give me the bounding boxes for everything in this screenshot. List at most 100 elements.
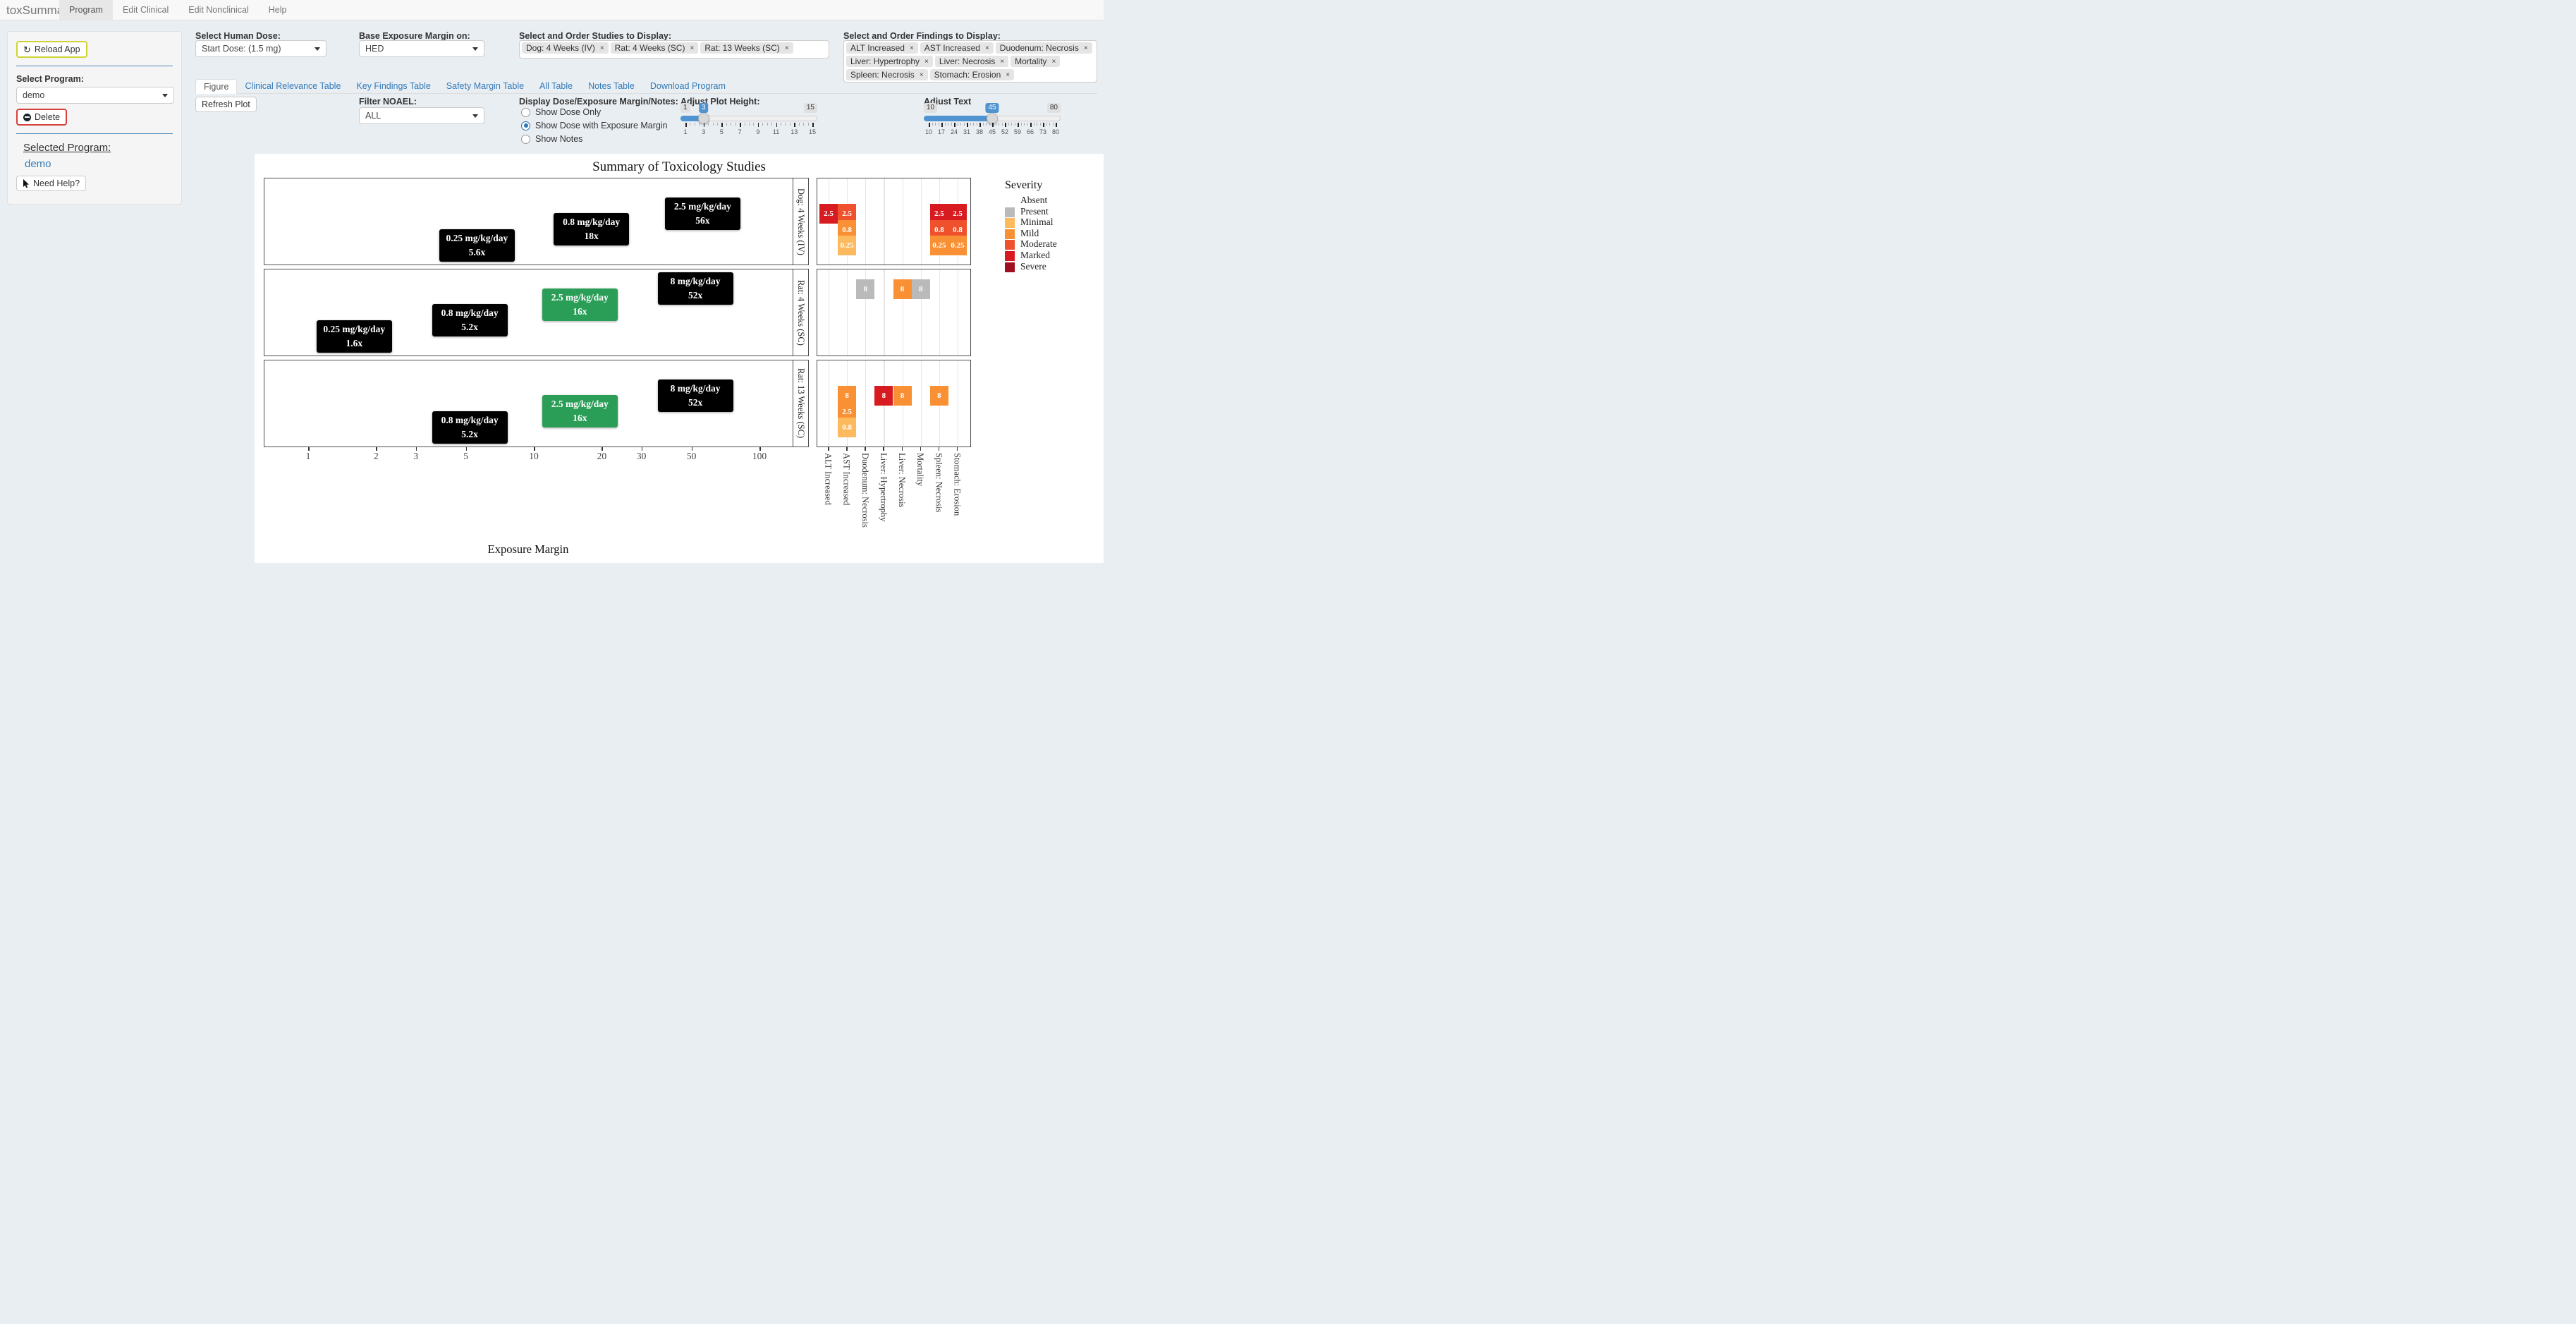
severity-legend-swatch bbox=[1005, 218, 1015, 228]
reload-app-button[interactable]: ↻ Reload App bbox=[16, 41, 87, 58]
token-remove-icon[interactable]: × bbox=[600, 44, 604, 52]
token-label: Rat: 4 Weeks (SC) bbox=[615, 43, 685, 53]
slider-minor-tick bbox=[1024, 123, 1025, 126]
nav-item-edit-clinical[interactable]: Edit Clinical bbox=[113, 0, 178, 20]
token-item[interactable]: Liver: Hypertrophy × bbox=[846, 56, 933, 67]
finding-axis-label: Liver: Hypertrophy bbox=[878, 453, 889, 522]
study-strip: Rat: 4 Weeks (SC) bbox=[793, 269, 808, 356]
finding-axis-label: ALT Increased bbox=[823, 453, 834, 505]
selected-program-link[interactable]: demo bbox=[25, 158, 173, 170]
slider-minor-tick bbox=[799, 123, 800, 126]
slider-tick-label: 38 bbox=[976, 128, 983, 135]
dose-box: 2.5 mg/kg/day16x bbox=[542, 289, 618, 321]
text-size-slider[interactable]: 1080451017243138455259667380 bbox=[924, 104, 1061, 143]
x-axis-tick-label: 3 bbox=[413, 451, 418, 462]
mouse-pointer-icon bbox=[23, 179, 30, 188]
heatmap-cell: 8 bbox=[874, 386, 893, 406]
radio-option[interactable]: Show Dose with Exposure Margin bbox=[521, 121, 668, 130]
token-remove-icon[interactable]: × bbox=[690, 44, 694, 52]
token-item[interactable]: AST Increased × bbox=[920, 42, 994, 54]
slider-minor-tick bbox=[808, 123, 809, 126]
dose-box-margin: 18x bbox=[554, 229, 629, 243]
finding-axis-tick bbox=[865, 447, 866, 451]
token-item[interactable]: Mortality × bbox=[1011, 56, 1060, 67]
radio-option[interactable]: Show Notes bbox=[521, 134, 668, 144]
slider-tick-label: 59 bbox=[1014, 128, 1021, 135]
radio-button[interactable] bbox=[521, 108, 530, 117]
x-axis-tick-label: 30 bbox=[637, 451, 647, 462]
token-remove-icon[interactable]: × bbox=[1000, 58, 1004, 66]
nav-item-edit-nonclinical[interactable]: Edit Nonclinical bbox=[178, 0, 258, 20]
tab-download-program[interactable]: Download Program bbox=[642, 79, 733, 93]
tab-all-table[interactable]: All Table bbox=[532, 79, 580, 93]
token-item[interactable]: Liver: Necrosis× bbox=[935, 56, 1008, 67]
slider-tick-label: 31 bbox=[963, 128, 970, 135]
heatmap-cell: 8 bbox=[912, 279, 930, 299]
program-select[interactable]: demo bbox=[16, 87, 174, 104]
tab-notes-table[interactable]: Notes Table bbox=[580, 79, 642, 93]
tab-figure[interactable]: Figure bbox=[195, 79, 237, 94]
severity-legend-swatch bbox=[1005, 229, 1015, 239]
heatmap-cell: 8 bbox=[893, 386, 912, 406]
dose-box-dose: 0.8 mg/kg/day bbox=[432, 413, 508, 427]
need-help-button[interactable]: Need Help? bbox=[16, 176, 86, 191]
heatmap-gridline bbox=[939, 269, 940, 356]
slider-minor-tick bbox=[717, 123, 718, 126]
tab-clinical-relevance-table[interactable]: Clinical Relevance Table bbox=[237, 79, 348, 93]
slider-tick-label: 3 bbox=[702, 128, 705, 135]
token-label: Duodenum: Necrosis bbox=[1000, 43, 1079, 53]
dose-box-dose: 0.25 mg/kg/day bbox=[439, 231, 515, 245]
studies-token-input[interactable]: Dog: 4 Weeks (IV)×Rat: 4 Weeks (SC)×Rat:… bbox=[519, 40, 829, 59]
dose-box: 8 mg/kg/day52x bbox=[658, 272, 733, 305]
slider-tick bbox=[967, 123, 968, 127]
token-item[interactable]: Dog: 4 Weeks (IV)× bbox=[522, 42, 609, 54]
token-label: AST Increased bbox=[924, 43, 980, 53]
token-item[interactable]: Rat: 4 Weeks (SC) × bbox=[611, 42, 699, 54]
heatmap-gridline bbox=[865, 360, 866, 447]
token-remove-icon[interactable]: × bbox=[1084, 44, 1088, 52]
token-item[interactable]: Duodenum: Necrosis × bbox=[996, 42, 1092, 54]
token-item[interactable]: Rat: 13 Weeks (SC)× bbox=[700, 42, 793, 54]
plot-height-slider[interactable]: 115313579111315 bbox=[680, 104, 817, 143]
slider-tick bbox=[1056, 123, 1057, 127]
delete-program-button[interactable]: Delete bbox=[16, 109, 67, 126]
token-item[interactable]: ALT Increased× bbox=[846, 42, 918, 54]
tab-key-findings-table[interactable]: Key Findings Table bbox=[348, 79, 438, 93]
heatmap-panel: 888 bbox=[817, 269, 971, 356]
heatmap-cell: 8 bbox=[856, 279, 874, 299]
finding-axis-label: AST Increased bbox=[841, 453, 852, 505]
slider-tick bbox=[992, 123, 994, 127]
token-label: Liver: Hypertrophy bbox=[850, 56, 920, 66]
radio-button[interactable] bbox=[521, 135, 530, 144]
slider-tick bbox=[794, 123, 795, 127]
slider-value-badge: 45 bbox=[985, 103, 999, 113]
token-remove-icon[interactable]: × bbox=[910, 44, 914, 52]
slider-minor-tick bbox=[1008, 123, 1009, 126]
token-remove-icon[interactable]: × bbox=[1006, 71, 1010, 79]
slider-minor-tick bbox=[960, 123, 961, 126]
slider-tick-label: 17 bbox=[938, 128, 945, 135]
token-remove-icon[interactable]: × bbox=[920, 71, 924, 79]
dose-box-margin: 16x bbox=[542, 305, 618, 319]
token-remove-icon[interactable]: × bbox=[985, 44, 989, 52]
study-strip-label: Rat: 4 Weeks (SC) bbox=[795, 280, 806, 346]
filter-noael-select[interactable]: ALL bbox=[359, 107, 484, 124]
exposure-margin-base-select[interactable]: HED bbox=[359, 40, 484, 57]
token-remove-icon[interactable]: × bbox=[924, 58, 929, 66]
slider-min-badge: 10 bbox=[924, 103, 937, 113]
nav-item-help[interactable]: Help bbox=[259, 0, 297, 20]
nav-item-program[interactable]: Program bbox=[59, 0, 113, 20]
tab-bar: FigureClinical Relevance TableKey Findin… bbox=[195, 79, 1097, 94]
refresh-plot-button[interactable]: Refresh Plot bbox=[195, 97, 257, 112]
token-remove-icon[interactable]: × bbox=[785, 44, 789, 52]
radio-option[interactable]: Show Dose Only bbox=[521, 107, 668, 117]
token-label: Mortality bbox=[1015, 56, 1046, 66]
slider-tick bbox=[704, 123, 705, 127]
slider-minor-tick bbox=[708, 123, 709, 126]
findings-token-input[interactable]: ALT Increased×AST Increased×Duodenum: Ne… bbox=[843, 40, 1097, 83]
radio-label: Show Notes bbox=[535, 134, 582, 144]
human-dose-select[interactable]: Start Dose: (1.5 mg) bbox=[195, 40, 326, 57]
tab-safety-margin-table[interactable]: Safety Margin Table bbox=[439, 79, 532, 93]
radio-button[interactable] bbox=[521, 121, 530, 130]
token-remove-icon[interactable]: × bbox=[1051, 58, 1056, 66]
